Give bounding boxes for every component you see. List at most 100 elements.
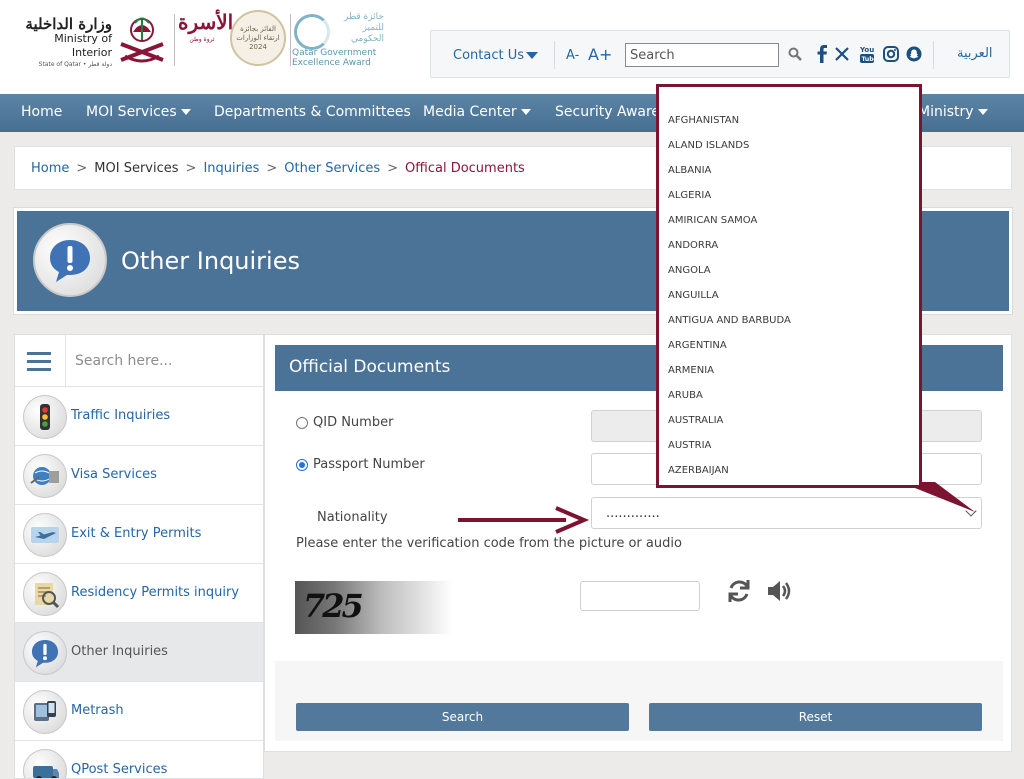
sidebar-search-input[interactable] — [75, 348, 255, 374]
sidebar-item-label: Traffic Inquiries — [71, 408, 171, 423]
nationality-option[interactable]: ANGOLA — [659, 259, 919, 284]
nav-item-label: Media Center — [423, 104, 517, 120]
nationality-option[interactable]: ALGERIA — [659, 184, 919, 209]
sidebar-item-exit-entry-permits[interactable]: Exit & Entry Permits — [15, 505, 263, 564]
sidebar-item-label: QPost Services — [71, 762, 168, 777]
site-header: وزارة الداخلية Ministry of Interior Stat… — [0, 0, 1024, 94]
sidebar-divider — [65, 335, 66, 387]
breadcrumb-inquiries[interactable]: Inquiries — [203, 161, 259, 176]
nationality-option[interactable]: AZERBAIJAN — [659, 459, 919, 484]
nav-item-label: Ministry — [918, 104, 974, 120]
usra-logo-sub: ثروة وطن — [189, 36, 215, 43]
nav-item-label: Departments & Committees — [214, 104, 411, 120]
sidebar-search — [15, 335, 263, 387]
x-twitter-icon[interactable] — [833, 43, 851, 65]
sidebar-item-visa-services[interactable]: Visa Services — [15, 446, 263, 505]
header-divider — [174, 14, 175, 66]
chevron-down-icon — [520, 109, 531, 115]
search-button[interactable]: Search — [296, 703, 629, 731]
sidebar-item-other-inquiries[interactable]: Other Inquiries — [15, 623, 263, 682]
chevron-down-icon — [180, 109, 191, 115]
chevron-down-icon — [977, 109, 988, 115]
nationality-dropdown-list: AFGHANISTAN ALAND ISLANDS ALBANIA ALGERI… — [656, 84, 922, 488]
page-title: Other Inquiries — [121, 247, 300, 275]
nationality-option[interactable]: ANGUILLA — [659, 284, 919, 309]
sidebar-item-qpost-services[interactable]: QPost Services — [15, 741, 263, 778]
usra-logo: الأسرة ثروة وطن — [178, 8, 234, 70]
residency-permit-icon — [23, 572, 67, 616]
nav-item-moi-services[interactable]: MOI Services — [86, 104, 191, 120]
nationality-option[interactable]: AUSTRIA — [659, 434, 919, 459]
nationality-select[interactable]: ............. — [591, 497, 982, 529]
utility-divider — [554, 41, 555, 69]
nav-item-home[interactable]: Home — [21, 104, 62, 120]
audio-captcha-icon[interactable] — [765, 577, 795, 607]
breadcrumb-other-services[interactable]: Other Services — [284, 161, 380, 176]
nationality-option[interactable]: ARMENIA — [659, 359, 919, 384]
nationality-option[interactable]: ALAND ISLANDS — [659, 134, 919, 159]
instagram-icon[interactable] — [882, 43, 900, 65]
contact-us-link[interactable]: Contact Us — [453, 48, 538, 63]
breadcrumb-separator: > — [266, 161, 278, 176]
contact-us-label: Contact Us — [453, 48, 524, 63]
nav-item-departments[interactable]: Departments & Committees — [214, 104, 411, 120]
usra-logo-text: الأسرة — [178, 10, 234, 34]
traffic-light-icon — [23, 395, 67, 439]
facebook-icon[interactable] — [813, 43, 831, 65]
chevron-down-icon — [526, 52, 538, 59]
moi-logo-sub: State of Qatar • دولة قطر — [38, 61, 112, 68]
utility-divider — [933, 41, 934, 69]
excellence-award-english: Qatar Government Excellence Award — [292, 48, 377, 68]
metrash-icon — [23, 690, 67, 734]
captcha-image: 725 — [295, 581, 453, 634]
sidebar-item-residency-permits[interactable]: Residency Permits inquiry — [15, 564, 263, 623]
search-icon[interactable] — [786, 43, 804, 65]
nationality-option[interactable]: ARGENTINA — [659, 334, 919, 359]
sidebar: Traffic Inquiries Visa Services Exit & E… — [14, 334, 264, 779]
reset-button[interactable]: Reset — [649, 703, 982, 731]
font-decrease-button[interactable]: A- — [566, 48, 579, 63]
moi-logo-arabic: وزارة الداخلية — [25, 15, 112, 33]
qid-number-radio[interactable] — [296, 417, 308, 429]
nav-item-media-center[interactable]: Media Center — [423, 104, 531, 120]
passport-number-label: Passport Number — [313, 457, 425, 472]
moi-logo[interactable]: وزارة الداخلية Ministry of Interior Stat… — [12, 16, 112, 70]
svg-text:You: You — [859, 46, 874, 54]
sidebar-item-label: Metrash — [71, 703, 124, 718]
breadcrumb-home[interactable]: Home — [31, 161, 69, 176]
breadcrumb-current: Offical Documents — [405, 161, 525, 176]
nationality-option[interactable]: AMIRICAN SAMOA — [659, 209, 919, 234]
snapchat-icon[interactable] — [905, 43, 923, 65]
form-title: Official Documents — [289, 357, 451, 377]
verification-instructions: Please enter the verification code from … — [296, 536, 682, 551]
breadcrumb-separator: > — [185, 161, 197, 176]
arabic-language-link[interactable]: العربية — [957, 46, 993, 61]
font-increase-button[interactable]: A+ — [588, 45, 612, 64]
nationality-option[interactable]: AFGHANISTAN — [659, 109, 919, 134]
sidebar-item-metrash[interactable]: Metrash — [15, 682, 263, 741]
chevron-down-icon — [965, 505, 977, 517]
nav-item-ministry[interactable]: Ministry — [918, 104, 988, 120]
captcha-text: 725 — [303, 587, 364, 625]
nationality-option[interactable]: ANDORRA — [659, 234, 919, 259]
site-search-input[interactable] — [625, 43, 779, 67]
visa-services-icon — [23, 454, 67, 498]
passport-number-radio[interactable] — [296, 459, 308, 471]
sidebar-item-label: Other Inquiries — [71, 644, 168, 659]
nav-item-label: Home — [21, 104, 63, 120]
award-badge-text: الفائز بجائزة ارتقاء الوزارات 2024 — [236, 24, 280, 51]
refresh-captcha-icon[interactable] — [725, 577, 755, 607]
nationality-option[interactable]: ALBANIA — [659, 159, 919, 184]
youtube-icon[interactable]: You Tube — [858, 43, 876, 65]
header-divider — [290, 14, 291, 66]
nationality-label: Nationality — [317, 510, 388, 525]
hamburger-menu-icon[interactable] — [27, 352, 51, 372]
excellence-award-logo: جائزة قطر للتميز الحكومي Qatar Governmen… — [292, 12, 392, 68]
captcha-input[interactable] — [580, 581, 700, 611]
sidebar-item-traffic-inquiries[interactable]: Traffic Inquiries — [15, 387, 263, 446]
nationality-option[interactable]: ARUBA — [659, 384, 919, 409]
nationality-option[interactable]: ANTIGUA AND BARBUDA — [659, 309, 919, 334]
excellence-award-arabic: جائزة قطر للتميز الحكومي — [343, 12, 384, 44]
nationality-option[interactable]: AUSTRALIA — [659, 409, 919, 434]
excellence-award-ring-icon — [294, 14, 330, 50]
